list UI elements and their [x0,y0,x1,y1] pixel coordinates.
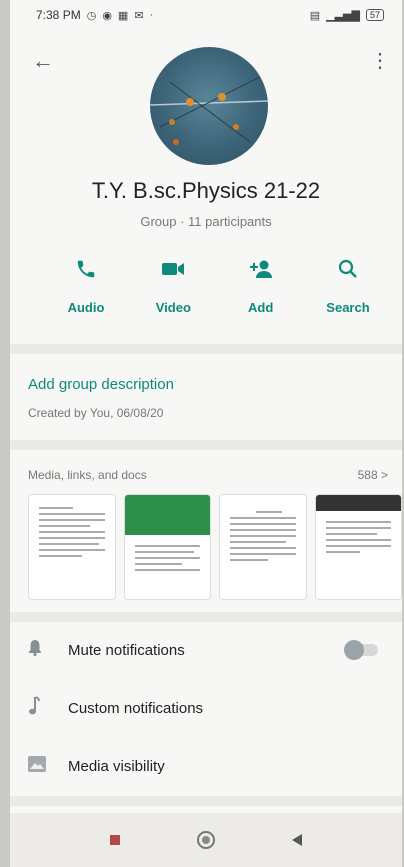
media-thumbnails [28,494,402,600]
status-bar: 7:38 PM ◷ ◉ ▦ ✉ · ▤ ▁▃▅▇ 57 [10,0,402,30]
media-visibility-row[interactable]: Media visibility [28,748,384,784]
back-triangle-icon[interactable] [287,830,307,850]
section-divider [10,344,402,354]
audio-call-button[interactable]: Audio [50,258,122,315]
video-label: Video [155,300,191,315]
custom-notifications-row[interactable]: Custom notifications [28,690,384,726]
app-notification-icon: ◉ [102,9,112,22]
search-icon [312,258,384,286]
signal-icon: ▁▃▅▇ [326,9,360,22]
group-avatar[interactable] [150,47,268,165]
dot-icon: · [149,9,154,21]
status-time: 7:38 PM [36,8,81,22]
system-navigation-bar [10,813,402,867]
media-links-docs-label[interactable]: Media, links, and docs [28,468,147,482]
alarm-icon: ◷ [86,9,97,22]
bell-icon [28,639,68,662]
media-visibility-label: Media visibility [68,757,165,775]
section-divider [10,796,402,806]
search-label: Search [326,300,370,315]
media-thumbnail-notice[interactable] [123,494,211,600]
search-button[interactable]: Search [312,258,384,315]
add-user-icon [225,258,297,286]
mute-notifications-label: Mute notifications [68,641,185,659]
add-label: Add [248,300,274,315]
quick-actions: Audio Video Add Search [50,258,384,315]
add-group-description[interactable]: Add group description [28,376,174,393]
media-thumbnail-form[interactable] [314,494,402,600]
section-divider [10,440,402,450]
media-thumbnail-letter[interactable] [219,494,307,600]
media-count[interactable]: 588 > [358,468,388,482]
mail-icon: ✉ [134,9,144,22]
group-participants: Group · 11 participants [140,214,272,229]
media-header: Media, links, and docs 588 > [28,468,388,482]
audio-label: Audio [67,300,105,315]
recents-square-icon[interactable] [105,830,125,850]
gallery-notification-icon: ▦ [117,9,129,22]
mute-notifications-row[interactable]: Mute notifications [28,632,384,668]
created-by-text: Created by You, 06/08/20 [28,406,164,420]
battery-icon: 57 [365,9,384,21]
mute-toggle[interactable] [344,640,378,660]
video-icon [137,258,209,286]
media-thumbnail-document[interactable] [28,494,116,600]
add-participant-button[interactable]: Add [225,258,297,315]
more-options-icon[interactable]: ⋮ [370,48,390,73]
image-icon [28,755,68,777]
group-info-screen: 7:38 PM ◷ ◉ ▦ ✉ · ▤ ▁▃▅▇ 57 ← ⋮ T.Y. B.s… [10,0,402,867]
status-right: ▤ ▁▃▅▇ 57 [310,9,384,22]
back-arrow-icon[interactable]: ← [32,48,54,74]
video-call-button[interactable]: Video [137,258,209,315]
sim-icon: ▤ [309,9,321,22]
phone-icon [50,258,122,286]
home-circle-icon[interactable] [196,830,216,850]
group-name[interactable]: T.Y. B.sc.Physics 21-22 [10,178,402,204]
status-left: 7:38 PM ◷ ◉ ▦ ✉ · [36,8,153,22]
section-divider [10,612,402,622]
custom-notifications-label: Custom notifications [68,699,204,717]
music-note-icon [28,695,68,721]
